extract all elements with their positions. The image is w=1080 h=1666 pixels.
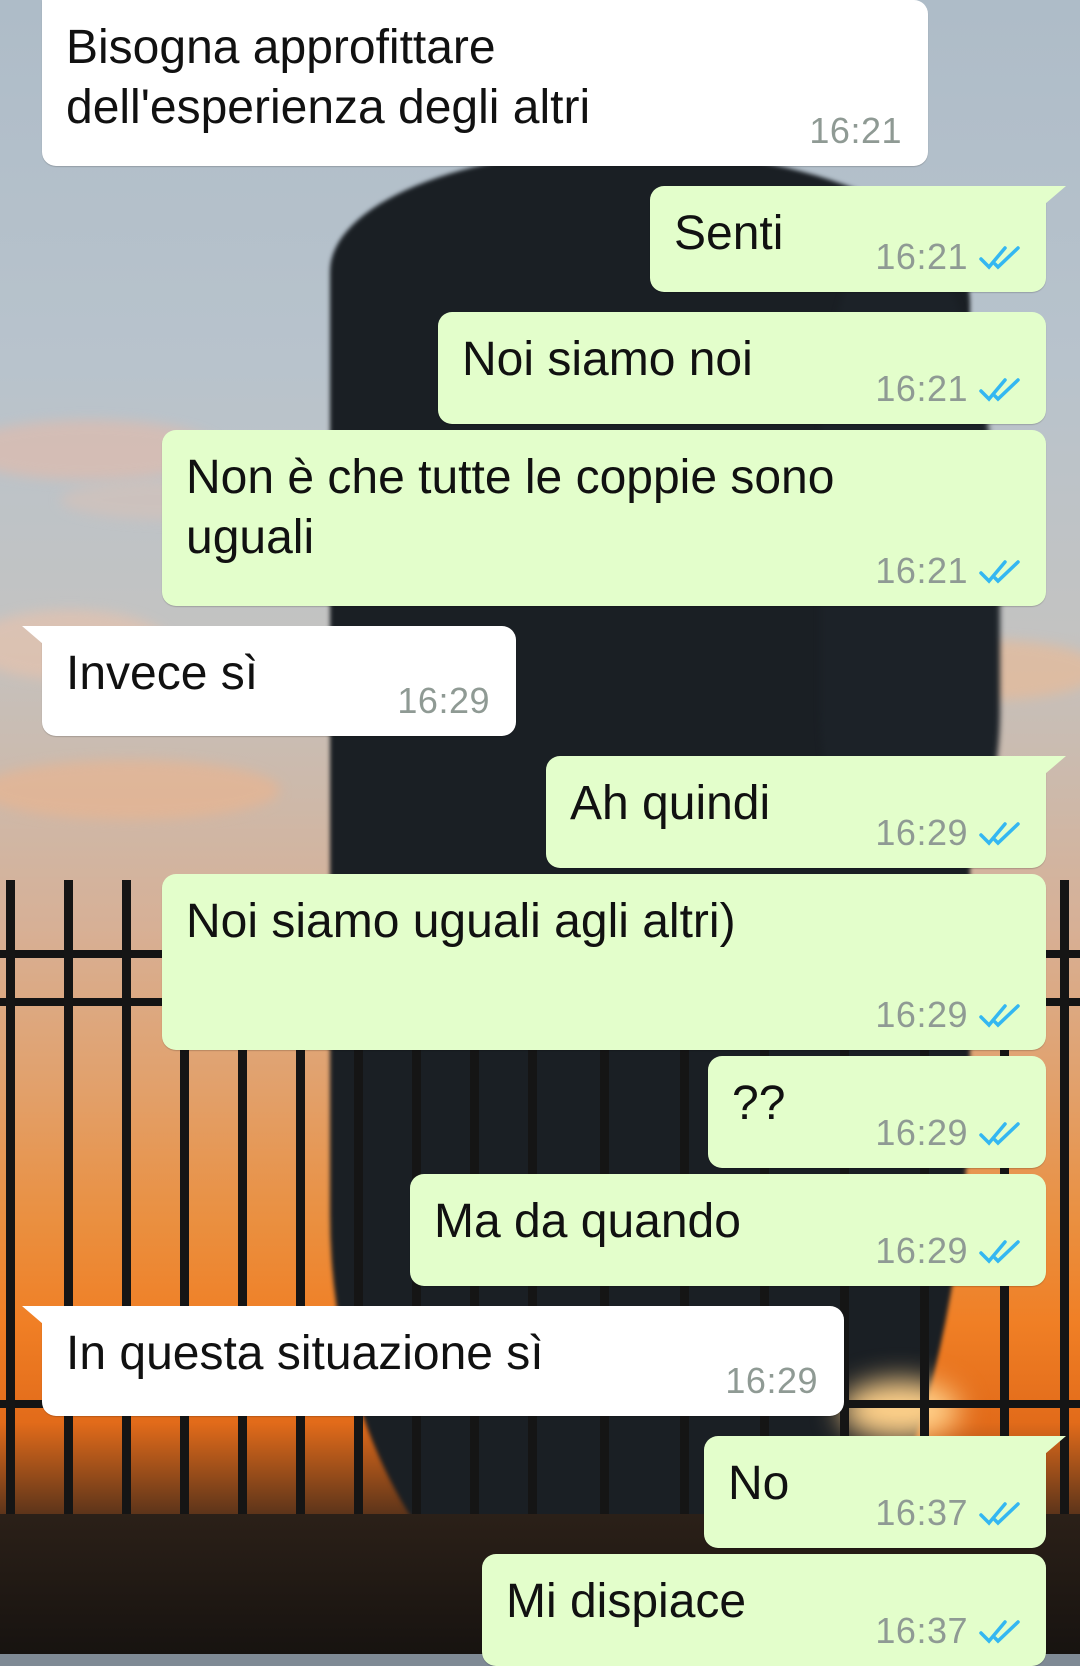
double-check-icon bbox=[979, 822, 1020, 846]
message-text: Non è che tutte le coppie sono uguali bbox=[186, 451, 835, 564]
message-time: 16:29 bbox=[725, 1360, 818, 1401]
message-time: 16:21 bbox=[875, 368, 968, 409]
message-meta: 16:21 bbox=[875, 550, 1022, 592]
message-bubble-incoming[interactable]: Invece sì 16:29 bbox=[22, 626, 516, 736]
message-time: 16:29 bbox=[397, 680, 490, 721]
message-meta: 16:29 bbox=[875, 1112, 1022, 1154]
bubble-tail-icon bbox=[1038, 1436, 1066, 1460]
double-check-icon bbox=[979, 1240, 1020, 1264]
message-time: 16:29 bbox=[875, 1230, 968, 1271]
message-time: 16:29 bbox=[875, 1112, 968, 1153]
double-check-icon bbox=[979, 1122, 1020, 1146]
message-bubble-incoming[interactable]: Bisogna approfittare dell'esperienza deg… bbox=[42, 0, 928, 166]
message-time: 16:21 bbox=[875, 236, 968, 277]
message-text: Bisogna approfittare dell'esperienza deg… bbox=[66, 21, 591, 134]
message-text: Ah quindi bbox=[570, 777, 771, 830]
message-bubble-incoming[interactable]: In questa situazione sì 16:29 bbox=[22, 1306, 844, 1416]
message-text: In questa situazione sì bbox=[66, 1327, 544, 1380]
message-bubble-outgoing[interactable]: Ah quindi 16:29 bbox=[546, 756, 1066, 868]
message-meta: 16:29 bbox=[875, 1230, 1022, 1272]
message-bubble-outgoing[interactable]: Mi dispiace 16:37 bbox=[482, 1554, 1046, 1666]
double-check-icon bbox=[979, 378, 1020, 402]
message-meta: 16:21 bbox=[809, 110, 902, 152]
message-meta: 16:29 bbox=[875, 994, 1022, 1036]
message-time: 16:37 bbox=[875, 1610, 968, 1651]
message-time: 16:37 bbox=[875, 1492, 968, 1533]
message-bubble-outgoing[interactable]: Noi siamo noi 16:21 bbox=[438, 312, 1046, 424]
double-check-icon bbox=[979, 246, 1020, 270]
bubble-tail-icon bbox=[1038, 756, 1066, 780]
message-meta: 16:37 bbox=[875, 1492, 1022, 1534]
message-bubble-outgoing[interactable]: ?? 16:29 bbox=[708, 1056, 1046, 1168]
message-bubble-outgoing[interactable]: Non è che tutte le coppie sono uguali 16… bbox=[162, 430, 1046, 606]
message-bubble-outgoing[interactable]: No 16:37 bbox=[704, 1436, 1066, 1548]
message-text: Senti bbox=[674, 207, 784, 260]
message-text: Mi dispiace bbox=[506, 1575, 747, 1628]
double-check-icon bbox=[979, 1620, 1020, 1644]
message-time: 16:21 bbox=[809, 110, 902, 151]
message-bubble-outgoing[interactable]: Senti 16:21 bbox=[650, 186, 1066, 292]
message-meta: 16:37 bbox=[875, 1610, 1022, 1652]
message-text: Noi siamo uguali agli altri) bbox=[186, 895, 736, 948]
message-time: 16:29 bbox=[875, 812, 968, 853]
message-meta: 16:29 bbox=[875, 812, 1022, 854]
double-check-icon bbox=[979, 1004, 1020, 1028]
message-text: Ma da quando bbox=[434, 1195, 741, 1248]
message-bubble-outgoing[interactable]: Ma da quando 16:29 bbox=[410, 1174, 1046, 1286]
message-list[interactable]: Bisogna approfittare dell'esperienza deg… bbox=[0, 0, 1080, 1666]
bubble-tail-icon bbox=[22, 1306, 50, 1330]
message-bubble-outgoing[interactable]: Noi siamo uguali agli altri) 16:29 bbox=[162, 874, 1046, 1050]
message-time: 16:21 bbox=[875, 550, 968, 591]
bubble-tail-icon bbox=[22, 626, 50, 650]
message-meta: 16:21 bbox=[875, 368, 1022, 410]
double-check-icon bbox=[979, 1502, 1020, 1526]
double-check-icon bbox=[979, 560, 1020, 584]
message-text: Noi siamo noi bbox=[462, 333, 753, 386]
message-meta: 16:21 bbox=[875, 236, 1022, 278]
bubble-tail-icon bbox=[1038, 186, 1066, 210]
message-meta: 16:29 bbox=[725, 1360, 818, 1402]
message-text: Invece sì bbox=[66, 647, 259, 700]
message-meta: 16:29 bbox=[397, 680, 490, 722]
message-time: 16:29 bbox=[875, 994, 968, 1035]
